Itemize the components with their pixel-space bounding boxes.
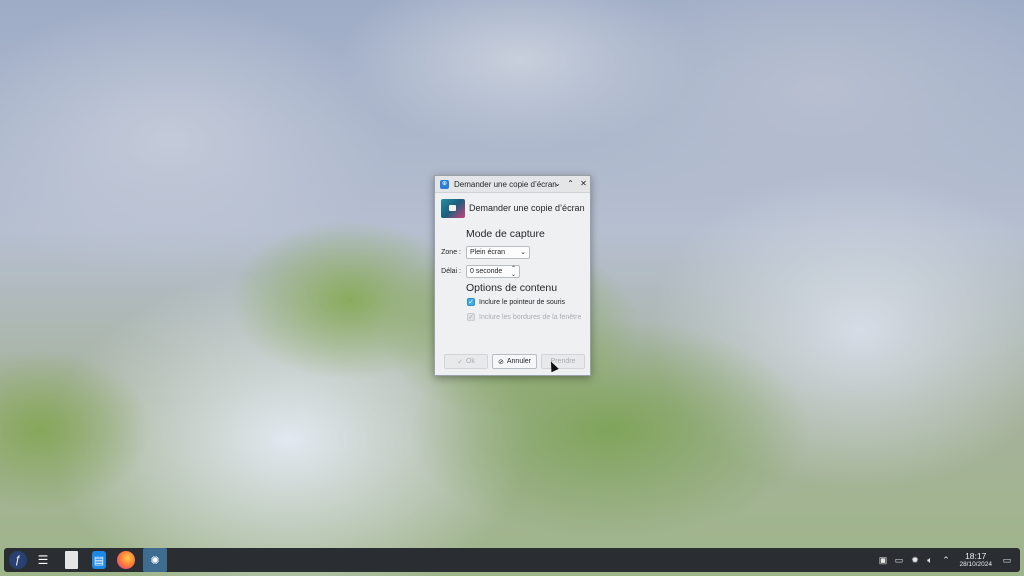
battery-icon[interactable]: ▭ xyxy=(893,554,905,566)
dialog-header: Demander une copie d’écran xyxy=(435,195,590,221)
zone-row: Zone : Plein écran ⌄ xyxy=(439,246,530,259)
clock-date: 28/10/2024 xyxy=(959,561,992,568)
chevron-down-icon: ⌄ xyxy=(520,249,526,256)
show-desktop-icon[interactable]: ▭ xyxy=(1001,554,1013,566)
zone-value: Plein écran xyxy=(470,249,506,256)
taskbar: ƒ ☰ ▤ ✺ ▣ ▭ ✹ 🔈︎ ⌃ 18:17 28/10/2024 ▭ xyxy=(4,548,1020,572)
cancel-button[interactable]: ⊘ Annuler xyxy=(492,354,537,369)
app-icon: ⊕ xyxy=(440,179,449,189)
firefox-icon[interactable] xyxy=(117,551,135,569)
cancel-label: Annuler xyxy=(506,358,531,365)
file-icon[interactable] xyxy=(65,551,78,569)
zone-combo[interactable]: Plein écran ⌄ xyxy=(466,246,530,259)
section-capture-mode: Mode de capture xyxy=(466,228,545,240)
clipboard-icon[interactable]: ▣ xyxy=(877,554,889,566)
task-switcher-icon[interactable]: ☰ xyxy=(34,551,52,569)
screenshot-dialog: ⊕ Demander une copie d’écran ⌄ ⌃ ✕ Deman… xyxy=(434,175,591,376)
chevron-up-icon[interactable]: ⌃ xyxy=(940,554,952,566)
include-pointer-checkbox[interactable]: ✓ xyxy=(467,298,475,306)
minimize-icon[interactable]: ⌄ xyxy=(552,178,563,189)
include-borders-label: Inclure les bordures de la fenêtre xyxy=(479,313,582,321)
delay-spinbox[interactable]: 0 seconde ⌃ ⌄ xyxy=(466,265,520,278)
volume-icon[interactable]: 🔈︎ xyxy=(924,554,936,566)
clock[interactable]: 18:17 28/10/2024 xyxy=(959,551,992,569)
document-viewer-icon[interactable]: ▤ xyxy=(92,551,106,569)
title-bar[interactable]: ⊕ Demander une copie d’écran ⌄ ⌃ ✕ xyxy=(435,176,590,193)
brightness-icon[interactable]: ✹ xyxy=(909,554,921,566)
include-borders-row: ✓ Inclure les bordures de la fenêtre xyxy=(467,313,581,321)
spin-arrows-icon[interactable]: ⌃ ⌄ xyxy=(511,266,516,278)
take-button[interactable]: Prendre xyxy=(541,354,585,369)
include-pointer-label: Inclure le pointeur de souris xyxy=(479,298,565,306)
cancel-icon: ⊘ xyxy=(497,358,504,366)
fedora-launcher-icon[interactable]: ƒ xyxy=(9,551,27,569)
check-icon: ✓ xyxy=(457,358,463,366)
screenshot-app-icon xyxy=(441,198,465,218)
delay-label: Délai : xyxy=(441,268,461,275)
delay-value: 0 seconde xyxy=(470,268,503,275)
header-title: Demander une copie d’écran xyxy=(469,203,585,213)
ok-label: Ok xyxy=(465,358,475,365)
include-borders-checkbox: ✓ xyxy=(467,313,475,321)
close-icon[interactable]: ✕ xyxy=(578,178,589,189)
window-title: Demander une copie d’écran xyxy=(454,179,557,189)
include-pointer-row[interactable]: ✓ Inclure le pointeur de souris xyxy=(467,298,565,306)
section-content-options: Options de contenu xyxy=(466,282,558,294)
kde-app-icon[interactable]: ✺ xyxy=(143,548,167,572)
ok-button[interactable]: ✓ Ok xyxy=(444,354,488,369)
maximize-icon[interactable]: ⌃ xyxy=(565,178,576,189)
delay-row: Délai : 0 seconde ⌃ ⌄ xyxy=(439,265,520,278)
zone-label: Zone : xyxy=(441,249,461,256)
clock-time: 18:17 xyxy=(965,551,987,561)
